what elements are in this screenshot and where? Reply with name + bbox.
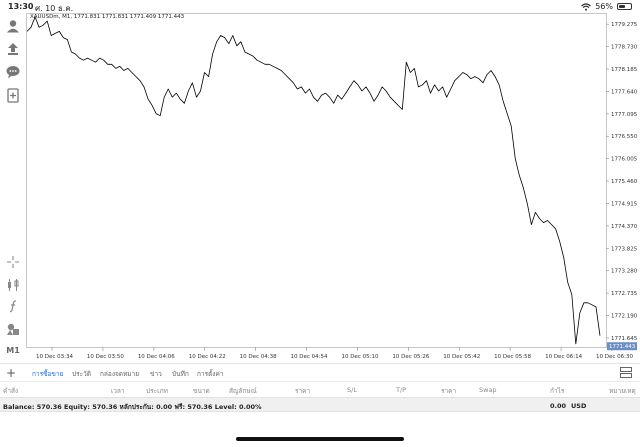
y-tick-label: 1778.730	[611, 45, 638, 51]
x-tick-label: 10 Dec 03:34	[36, 354, 73, 360]
orders-table-header: คำสั่ง เวลา ประเภท ขนาด สัญลักษณ์ ราคา S…	[0, 381, 640, 396]
y-tick-label: 1774.915	[611, 201, 638, 207]
x-tick-label: 10 Dec 06:14	[545, 354, 582, 360]
column-header[interactable]: ราคา	[441, 386, 456, 396]
indicators-icon[interactable]	[3, 276, 23, 294]
y-tick-label: 1773.280	[611, 269, 638, 275]
new-order-icon[interactable]	[3, 86, 23, 104]
column-header[interactable]: กำไร	[550, 386, 564, 396]
y-tick-label: 1777.640	[611, 89, 638, 95]
current-price-label: 1771.443	[609, 344, 636, 350]
y-tick-label: 1774.370	[611, 224, 638, 230]
column-header[interactable]: คำสั่ง	[3, 386, 18, 396]
battery-icon	[617, 3, 632, 10]
y-tick-label: 1776.550	[611, 134, 638, 140]
y-tick-label: 1778.185	[611, 67, 638, 73]
tab-mailbox[interactable]: กล่องจดหมาย	[100, 369, 139, 379]
chart-toolbar: M1	[0, 13, 26, 361]
column-header[interactable]: ราคา	[295, 386, 310, 396]
current-price-tag: 1771.443	[607, 342, 637, 351]
y-tick-label: 1771.645	[611, 336, 638, 342]
y-tick-label: 1773.825	[611, 246, 638, 252]
column-header[interactable]: T/P	[396, 386, 406, 394]
column-header[interactable]: สัญลักษณ์	[229, 386, 257, 396]
y-axis: 1779.275 1778.730 1778.185 1777.640 1777.095…	[606, 22, 638, 342]
status-bar: 13:30 ศ. 10 ธ.ค. 56%	[0, 0, 640, 13]
tab-history[interactable]: ประวัติ	[72, 369, 91, 379]
y-tick-label: 1777.095	[611, 112, 638, 118]
chart-canvas[interactable]: 1779.275 1778.730 1778.185 1777.640 1777.095…	[26, 13, 640, 363]
column-header[interactable]: S/L	[347, 386, 357, 394]
x-tick-label: 10 Dec 05:10	[341, 354, 378, 360]
balance-row: Balance: 570.36 Equity: 570.36 หลักประกั…	[0, 397, 640, 412]
tab-news[interactable]: ข่าว	[150, 369, 162, 379]
x-axis: 10 Dec 03:34 10 Dec 03:50 10 Dec 04:06 10 D…	[36, 347, 633, 360]
plot-border	[26, 13, 607, 348]
y-tick-label: 1772.735	[611, 291, 638, 297]
total-profit: 0.00	[550, 402, 567, 410]
column-header[interactable]: หมายเหตุ	[609, 386, 636, 396]
trade-icon[interactable]	[3, 40, 23, 58]
x-tick-label: 10 Dec 04:06	[138, 354, 175, 360]
x-tick-label: 10 Dec 05:58	[494, 354, 531, 360]
wifi-icon	[581, 2, 592, 11]
x-tick-label: 10 Dec 04:22	[189, 354, 226, 360]
price-line	[26, 16, 601, 345]
chat-icon[interactable]	[3, 63, 23, 81]
y-tick-label: 1775.460	[611, 179, 638, 185]
home-indicator	[236, 437, 404, 441]
add-order-icon[interactable]: +	[6, 366, 16, 380]
terminal-tabs: + การซื้อขาย ประวัติ กล่องจดหมาย ข่าว บั…	[0, 363, 640, 382]
price-series	[26, 16, 601, 345]
tab-settings[interactable]: การตั้งค่า	[197, 369, 223, 379]
chart-title: XAUUSDm, M1, 1771.831 1771.831 1771.409 …	[30, 14, 185, 20]
account-icon[interactable]	[3, 17, 23, 35]
crosshair-icon[interactable]	[3, 253, 23, 271]
y-tick-label: 1779.275	[611, 22, 638, 28]
account-currency: USD	[571, 402, 587, 410]
clock: 13:30	[8, 2, 34, 11]
x-tick-label: 10 Dec 06:30	[596, 354, 633, 360]
column-header[interactable]: เวลา	[111, 386, 125, 396]
objects-icon[interactable]	[3, 320, 23, 338]
battery-percent: 56%	[595, 2, 613, 11]
timeframe-button[interactable]: M1	[3, 341, 23, 359]
balance-summary: Balance: 570.36 Equity: 570.36 หลักประกั…	[3, 403, 262, 411]
x-tick-label: 10 Dec 05:26	[392, 354, 429, 360]
x-tick-label: 10 Dec 05:42	[443, 354, 480, 360]
tab-journal[interactable]: บันทึก	[172, 369, 189, 379]
y-tick-label: 1776.005	[611, 157, 638, 163]
price-chart[interactable]: 1779.275 1778.730 1778.185 1777.640 1777.095…	[26, 13, 640, 363]
layout-toggle-icon[interactable]	[620, 367, 632, 378]
chart-frame	[26, 13, 607, 348]
y-tick-label: 1772.190	[611, 314, 638, 320]
column-header[interactable]: ประเภท	[146, 386, 168, 396]
x-tick-label: 10 Dec 04:38	[240, 354, 277, 360]
function-icon[interactable]	[3, 297, 23, 315]
column-header[interactable]: ขนาด	[193, 386, 210, 396]
x-tick-label: 10 Dec 03:50	[87, 354, 124, 360]
column-header[interactable]: Swap	[479, 386, 497, 394]
x-tick-label: 10 Dec 04:54	[291, 354, 328, 360]
